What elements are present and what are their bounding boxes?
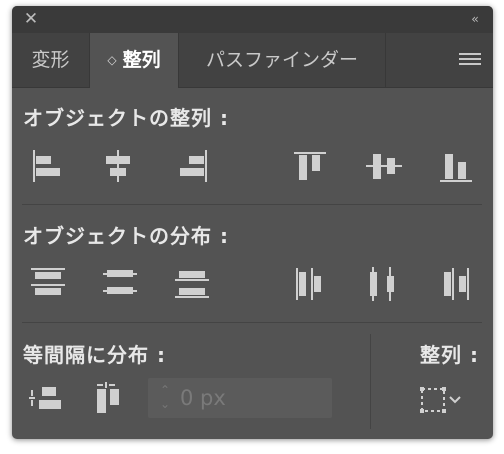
tab-label: 変形 (31, 49, 70, 71)
section-vertical-divider (370, 334, 371, 429)
tab-label: パスファインダー (205, 49, 358, 71)
vertical-align-bottom-icon[interactable] (432, 144, 480, 188)
horizontal-align-right-icon[interactable] (168, 144, 216, 188)
horizontal-distribute-left-icon[interactable] (286, 262, 334, 306)
vertical-distribute-center-icon[interactable] (96, 262, 144, 306)
tab-options-toggle-icon[interactable]: ◇ (107, 53, 116, 67)
horizontal-align-left-icon[interactable] (24, 144, 72, 188)
section-divider (22, 322, 482, 323)
section-divider (22, 204, 482, 205)
tab-pathfinder[interactable]: パスファインダー (179, 33, 386, 87)
horizontal-align-center-icon[interactable] (94, 144, 142, 188)
vertical-distribute-bottom-icon[interactable] (168, 262, 216, 306)
close-icon[interactable]: ✕ (21, 9, 41, 29)
spacing-stepper-icon[interactable]: ⌃ ⌄ (156, 383, 174, 413)
collapse-panel-icon[interactable]: ‹‹ (463, 9, 485, 29)
align-to-label: 整列 : (420, 343, 479, 367)
align-to-selection-dropdown[interactable] (416, 379, 470, 423)
horizontal-distribute-center-icon[interactable] (360, 262, 408, 306)
spacing-input-field: ⌃ ⌄ (148, 378, 332, 418)
distribute-objects-label: オブジェクトの分布 : (23, 224, 229, 248)
panel-titlebar: ✕ ‹‹ (12, 6, 493, 33)
vertical-align-center-icon[interactable] (360, 144, 408, 188)
align-to-selection-icon (420, 387, 461, 413)
tab-label: 整列 (122, 49, 161, 71)
distribute-spacing-label: 等間隔に分布 : (23, 343, 166, 367)
align-objects-label: オブジェクトの整列 : (23, 106, 229, 130)
align-panel: ✕ ‹‹ 変形 ◇ 整列 パスファインダー オブジェクトの整列 : オブジェクト… (12, 6, 493, 439)
tab-align[interactable]: ◇ 整列 (90, 33, 179, 88)
horizontal-distribute-right-icon[interactable] (432, 262, 480, 306)
vertical-distribute-top-icon[interactable] (24, 262, 72, 306)
panel-menu-icon[interactable] (459, 53, 481, 67)
tab-bar: 変形 ◇ 整列 パスファインダー (12, 33, 493, 88)
vertical-distribute-space-icon[interactable] (24, 379, 72, 423)
tab-transform[interactable]: 変形 (12, 33, 90, 87)
horizontal-distribute-space-icon[interactable] (86, 379, 134, 423)
spacing-input[interactable] (180, 382, 325, 414)
vertical-align-top-icon[interactable] (286, 144, 334, 188)
